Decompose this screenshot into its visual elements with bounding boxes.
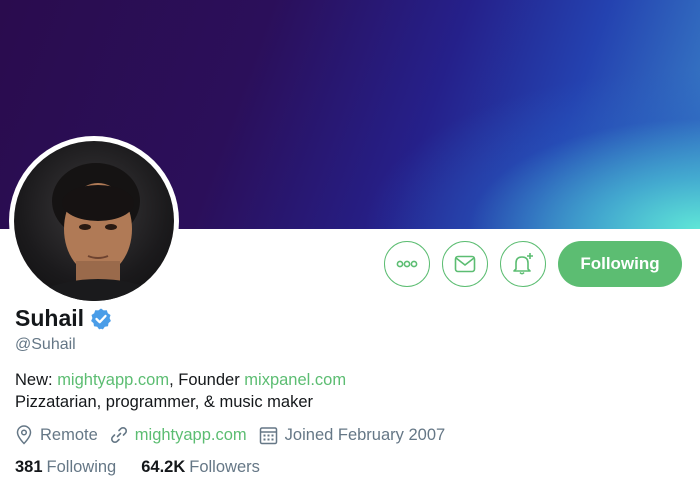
website-link[interactable]: mightyapp.com <box>135 426 247 445</box>
bell-plus-icon <box>513 253 533 275</box>
bio-link-mightyapp[interactable]: mightyapp.com <box>57 371 169 389</box>
profile-actions: Following <box>384 241 682 287</box>
more-horizontal-icon <box>396 260 418 268</box>
following-count: 381 <box>15 458 43 476</box>
bio-link-mixpanel[interactable]: mixpanel.com <box>244 371 346 389</box>
profile-handle: @Suhail <box>15 336 76 353</box>
location-pin-icon <box>16 425 32 445</box>
bio-prefix: New: <box>15 371 58 389</box>
verified-badge-icon <box>91 308 111 329</box>
bio-line-2: Pizzatarian, programmer, & music maker <box>15 393 314 411</box>
following-stat[interactable]: 381 Following <box>15 458 116 477</box>
link-icon <box>110 426 127 444</box>
envelope-icon <box>454 255 476 273</box>
calendar-icon <box>259 426 277 444</box>
profile-stats: 381 Following 64.2K Followers <box>15 458 285 477</box>
more-button[interactable] <box>384 241 430 287</box>
location-text: Remote <box>40 425 98 444</box>
profile-name: Suhail <box>15 305 85 331</box>
followers-count: 64.2K <box>141 458 186 476</box>
bio-middle: , Founder <box>169 371 245 389</box>
bio-line-1: New: mightyapp.com, Founder mixpanel.com <box>15 369 346 391</box>
joined-text: Joined February 2007 <box>284 425 446 444</box>
following-label: Following <box>46 458 117 476</box>
notifications-button[interactable] <box>500 241 546 287</box>
profile-name-row: Suhail <box>15 305 113 332</box>
profile-meta: Remote mightyapp.com Joined February 200… <box>15 425 457 445</box>
location-item: Remote <box>15 425 98 445</box>
followers-stat[interactable]: 64.2K Followers <box>141 458 260 477</box>
message-button[interactable] <box>442 241 488 287</box>
profile-bio: New: mightyapp.com, Founder mixpanel.com… <box>15 369 346 413</box>
joined-item: Joined February 2007 <box>259 425 446 445</box>
avatar-photo <box>14 141 174 301</box>
following-button[interactable]: Following <box>558 241 682 287</box>
avatar[interactable] <box>9 136 179 306</box>
followers-label: Followers <box>189 458 260 476</box>
website-item: mightyapp.com <box>110 426 247 445</box>
